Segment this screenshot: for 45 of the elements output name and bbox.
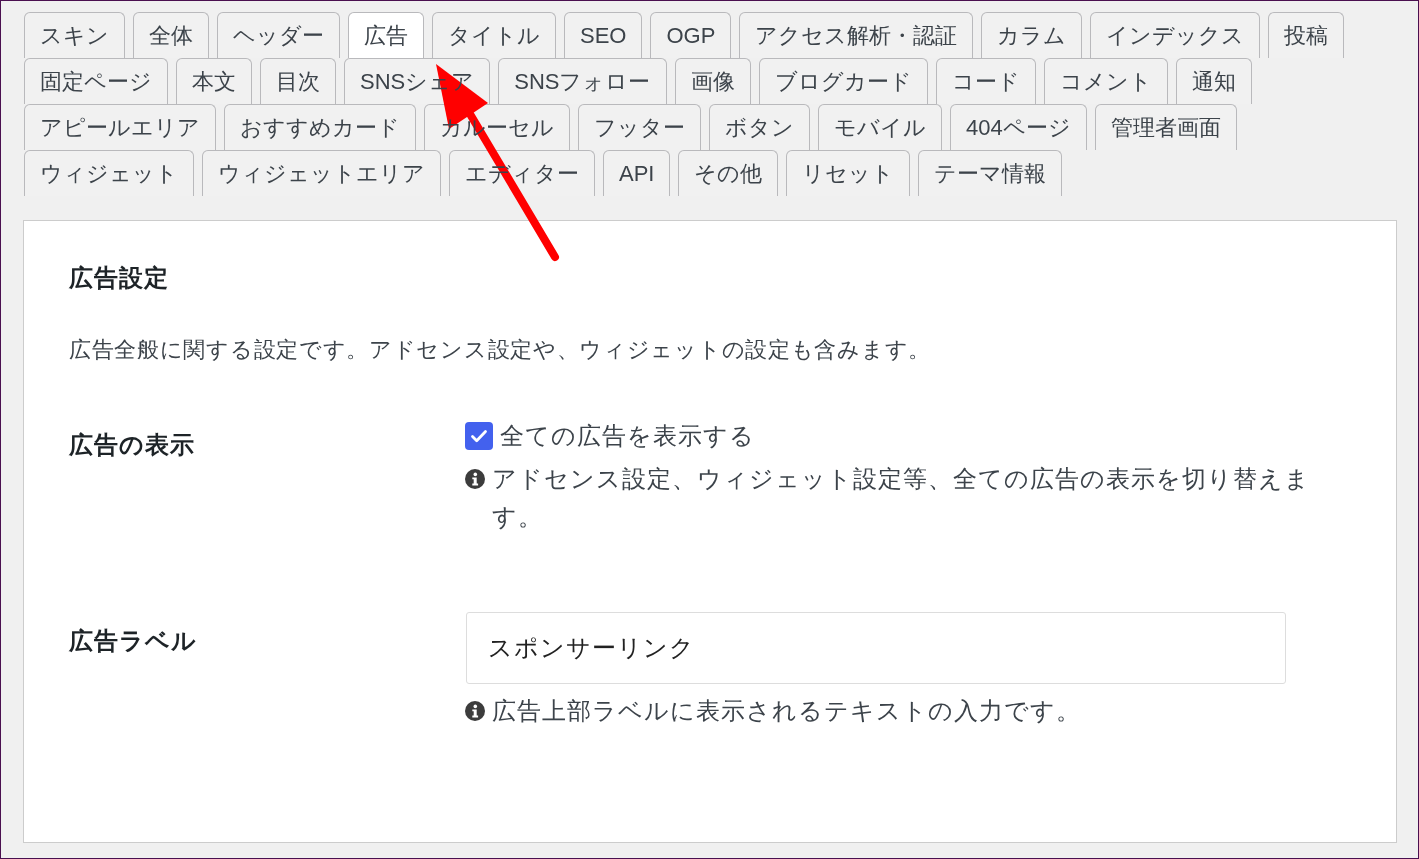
- tab[interactable]: 広告: [348, 12, 424, 58]
- tab[interactable]: 画像: [674, 58, 751, 104]
- tab[interactable]: コード: [935, 58, 1036, 104]
- tab[interactable]: 通知: [1175, 58, 1252, 104]
- checkbox[interactable]: [465, 422, 493, 450]
- tab[interactable]: リセット: [786, 150, 911, 196]
- section-heading: 広告設定: [69, 263, 170, 293]
- tab[interactable]: API: [603, 150, 671, 196]
- info-icon: [465, 469, 485, 489]
- help-text: アドセンス設定、ウィジェット設定等、全ての広告の表示を切り替えます。: [492, 464, 1311, 532]
- tab[interactable]: コメント: [1043, 58, 1168, 104]
- tab[interactable]: タイトル: [432, 12, 556, 58]
- tab[interactable]: ウィジェットエリア: [202, 150, 441, 196]
- info-icon: [465, 701, 485, 721]
- option-label[interactable]: 全ての広告を表示する: [500, 418, 755, 454]
- tab[interactable]: OGP: [650, 12, 732, 58]
- help-text: 広告上部ラベルに表示されるテキストの入力です。: [492, 696, 1081, 726]
- tab[interactable]: スキン: [24, 12, 125, 58]
- tab[interactable]: 投稿: [1268, 12, 1345, 58]
- tab[interactable]: カラム: [981, 12, 1083, 58]
- tab[interactable]: SEO: [564, 12, 643, 58]
- tab[interactable]: ブログカード: [758, 58, 928, 104]
- tab[interactable]: 固定ページ: [24, 58, 168, 104]
- tab[interactable]: ヘッダー: [217, 12, 340, 58]
- tab[interactable]: アピールエリア: [24, 104, 216, 150]
- tab[interactable]: アクセス解析・認証: [739, 12, 974, 58]
- setting-label: 広告の表示: [69, 430, 196, 460]
- text-input-field[interactable]: スポンサーリンク: [466, 612, 1286, 684]
- tab[interactable]: テーマ情報: [918, 150, 1063, 196]
- check-icon: [470, 427, 488, 445]
- tab[interactable]: 管理者画面: [1094, 104, 1237, 150]
- section-description: 広告全般に関する設定です。アドセンス設定や、ウィジェットの設定も含みます。: [69, 336, 932, 364]
- tab[interactable]: ボタン: [709, 104, 810, 150]
- tab[interactable]: ウィジェット: [24, 150, 194, 196]
- tab[interactable]: その他: [678, 150, 779, 196]
- tab[interactable]: 全体: [133, 12, 209, 58]
- tab[interactable]: フッター: [578, 104, 701, 150]
- tab[interactable]: 404ページ: [950, 104, 1087, 150]
- tab[interactable]: 目次: [260, 58, 336, 104]
- setting-label: 広告ラベル: [69, 626, 198, 656]
- tab[interactable]: SNSフォロー: [498, 58, 667, 104]
- tab[interactable]: 本文: [176, 58, 252, 104]
- tab[interactable]: おすすめカード: [224, 104, 416, 150]
- tab[interactable]: モバイル: [818, 104, 942, 150]
- tab[interactable]: インデックス: [1090, 12, 1261, 58]
